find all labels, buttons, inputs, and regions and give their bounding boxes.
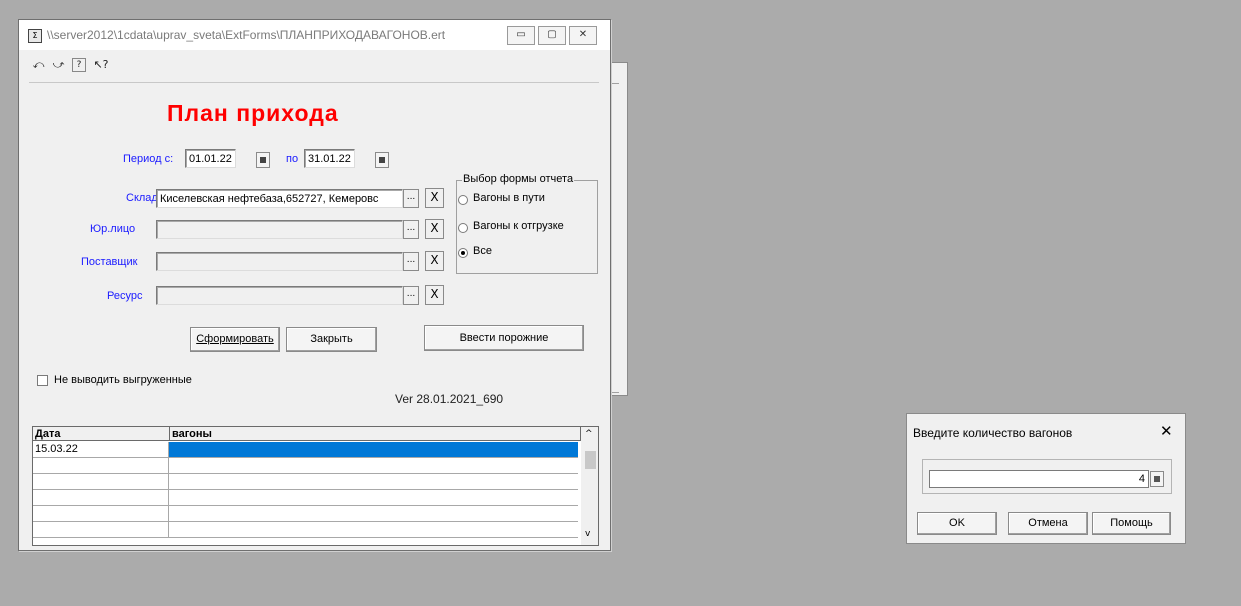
scroll-up-icon[interactable]: ^: [585, 429, 593, 439]
enter-empty-button[interactable]: Ввести порожние: [424, 325, 584, 351]
wagon-count-dialog: Введите количество вагонов ✕ 4 OK Отмена…: [906, 413, 1186, 544]
cell-date[interactable]: [33, 506, 169, 521]
warehouse-input[interactable]: Киселевская нефтебаза,652727, Кемеровс: [156, 189, 403, 208]
undo-icon[interactable]: ⤺: [31, 57, 46, 72]
dialog-close-icon[interactable]: ✕: [1160, 423, 1173, 439]
form-title: План прихода: [167, 100, 339, 126]
cell-date[interactable]: [33, 490, 169, 505]
legal-entity-clear-button[interactable]: X: [425, 219, 444, 239]
cell-wagons[interactable]: [169, 474, 578, 489]
table-row[interactable]: [33, 522, 578, 538]
window-title: \\server2012\1cdata\uprav_sveta\ExtForms…: [47, 28, 446, 42]
redo-icon[interactable]: ⤻: [51, 57, 66, 72]
legal-entity-label: Юр.лицо: [90, 223, 136, 235]
close-button[interactable]: ✕: [569, 26, 597, 45]
version-label: Ver 28.01.2021_690: [395, 392, 504, 406]
cancel-button[interactable]: Отмена: [1008, 512, 1088, 535]
supplier-select-button[interactable]: ...: [403, 252, 419, 271]
help-icon[interactable]: ?: [72, 58, 86, 72]
report-form-group-title: Выбор формы отчета: [462, 173, 575, 185]
maximize-button[interactable]: ▢: [538, 26, 566, 45]
cell-wagons[interactable]: [169, 506, 578, 521]
radio-in-transit[interactable]: [458, 195, 468, 205]
calendar-icon[interactable]: [375, 152, 389, 168]
period-to-input[interactable]: 31.01.22: [304, 149, 355, 168]
scroll-down-icon[interactable]: v: [585, 529, 590, 539]
title-bar[interactable]: Σ \\server2012\1cdata\uprav_sveta\ExtFor…: [19, 20, 610, 50]
minimize-button[interactable]: ▭: [507, 26, 535, 45]
column-header-wagons[interactable]: вагоны: [170, 427, 581, 441]
cell-date[interactable]: 15.03.22: [33, 442, 169, 457]
hide-unloaded-checkbox[interactable]: [37, 375, 48, 386]
calculator-icon[interactable]: [1150, 471, 1164, 487]
supplier-label: Поставщик: [81, 256, 138, 268]
dialog-title: Введите количество вагонов: [913, 426, 1073, 440]
main-window: Σ \\server2012\1cdata\uprav_sveta\ExtFor…: [18, 19, 611, 551]
wagon-count-input[interactable]: 4: [929, 470, 1149, 488]
warehouse-label: Склад: [126, 192, 158, 204]
cell-date[interactable]: [33, 522, 169, 537]
warehouse-clear-button[interactable]: X: [425, 188, 444, 208]
radio-all[interactable]: [458, 248, 468, 258]
radio-for-shipment[interactable]: [458, 223, 468, 233]
cell-wagons[interactable]: [169, 490, 578, 505]
cell-wagons-selected[interactable]: [169, 442, 578, 457]
table-row[interactable]: [33, 506, 578, 522]
hide-unloaded-label[interactable]: Не выводить выгруженные: [54, 374, 192, 386]
scrollbar-thumb[interactable]: [585, 451, 596, 469]
warehouse-select-button[interactable]: ...: [403, 189, 419, 208]
resource-select-button[interactable]: ...: [403, 286, 419, 305]
calendar-icon[interactable]: [256, 152, 270, 168]
toolbar: ⤺ ⤻ ? ↖?: [19, 52, 610, 78]
resource-clear-button[interactable]: X: [425, 285, 444, 305]
legal-entity-select-button[interactable]: ...: [403, 220, 419, 239]
ok-button[interactable]: OK: [917, 512, 997, 535]
column-header-date[interactable]: Дата: [33, 427, 170, 441]
cell-date[interactable]: [33, 458, 169, 473]
table-row[interactable]: [33, 474, 578, 490]
supplier-input[interactable]: [156, 252, 403, 271]
table-row[interactable]: [33, 490, 578, 506]
resource-input[interactable]: [156, 286, 403, 305]
table-row[interactable]: [33, 458, 578, 474]
period-from-label: Период с:: [123, 153, 174, 165]
period-from-input[interactable]: 01.01.22: [185, 149, 236, 168]
cell-wagons[interactable]: [169, 458, 578, 473]
period-to-label: по: [286, 153, 299, 165]
close-form-button[interactable]: Закрыть: [286, 327, 377, 352]
vertical-scrollbar[interactable]: [581, 427, 598, 545]
toolbar-separator: [29, 82, 599, 83]
app-icon: Σ: [28, 29, 42, 43]
legal-entity-input[interactable]: [156, 220, 403, 239]
help-button[interactable]: Помощь: [1092, 512, 1171, 535]
resource-label: Ресурс: [107, 290, 143, 302]
radio-in-transit-label[interactable]: Вагоны в пути: [473, 192, 545, 204]
cell-wagons[interactable]: [169, 522, 578, 537]
radio-for-shipment-label[interactable]: Вагоны к отгрузке: [473, 220, 564, 232]
data-grid[interactable]: Дата вагоны 15.03.22 ^ v: [32, 426, 599, 546]
cell-date[interactable]: [33, 474, 169, 489]
context-help-icon[interactable]: ↖?: [91, 57, 111, 72]
supplier-clear-button[interactable]: X: [425, 251, 444, 271]
table-row[interactable]: 15.03.22: [33, 442, 578, 458]
radio-all-label[interactable]: Все: [473, 245, 492, 257]
generate-button[interactable]: Сформировать: [190, 327, 280, 352]
